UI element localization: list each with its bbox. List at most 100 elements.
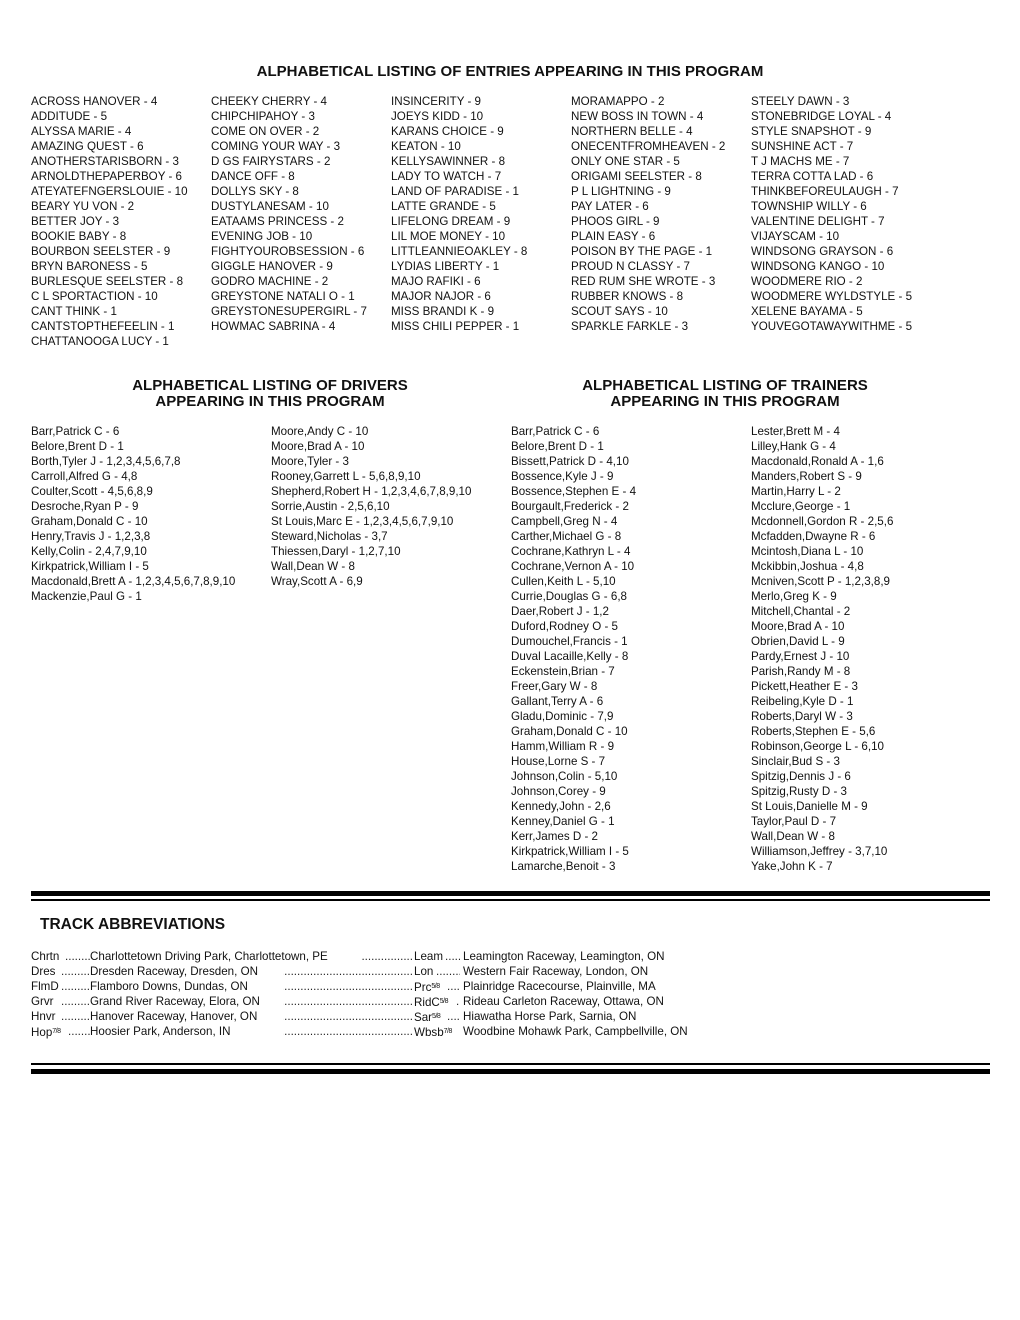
list-item: TOWNSHIP WILLY - 6: [751, 200, 867, 213]
list-item: PAY LATER - 6: [571, 200, 649, 213]
list-item: Barr,Patrick C - 6: [511, 425, 600, 438]
track-name-right: Leamington Raceway, Leamington, ON: [463, 950, 665, 963]
trainers-heading: ALPHABETICAL LISTING OF TRAINERS APPEARI…: [515, 378, 935, 410]
list-item: NEW BOSS IN TOWN - 4: [571, 110, 704, 123]
list-item: GIGGLE HANOVER - 9: [211, 260, 333, 273]
list-item: Currie,Douglas G - 6,8: [511, 590, 627, 603]
list-item: Macdonald,Brett A - 1,2,3,4,5,6,7,8,9,10: [31, 575, 236, 588]
list-item: Lamarche,Benoit - 3: [511, 860, 616, 873]
list-item: Pardy,Ernest J - 10: [751, 650, 850, 663]
list-item: Mackenzie,Paul G - 1: [31, 590, 142, 603]
list-item: SUNSHINE ACT - 7: [751, 140, 854, 153]
trainers-heading-line1: ALPHABETICAL LISTING OF TRAINERS: [582, 377, 868, 394]
list-item: LATTE GRANDE - 5: [391, 200, 496, 213]
list-item: Merlo,Greg K - 9: [751, 590, 837, 603]
list-item: Duford,Rodney O - 5: [511, 620, 618, 633]
list-item: St Louis,Danielle M - 9: [751, 800, 868, 813]
track-name-left: Grand River Raceway, Elora, ON: [90, 995, 260, 1008]
list-item: CHIPCHIPAHOY - 3: [211, 110, 315, 123]
track-name-right: Rideau Carleton Raceway, Ottawa, ON: [463, 995, 664, 1008]
list-item: HOWMAC SABRINA - 4: [211, 320, 336, 333]
list-item: Bourgault,Frederick - 2: [511, 500, 629, 513]
list-item: Moore,Brad A - 10: [751, 620, 845, 633]
track-row: Hnvr....................................…: [31, 1009, 731, 1024]
entries-heading: ALPHABETICAL LISTING OF ENTRIES APPEARIN…: [256, 63, 764, 80]
list-item: Wray,Scott A - 6,9: [271, 575, 363, 588]
fraction-right: 5/8: [431, 983, 440, 990]
list-item: INSINCERITY - 9: [391, 95, 481, 108]
drivers-heading-line2: APPEARING IN THIS PROGRAM: [155, 393, 385, 410]
list-item: STYLE SNAPSHOT - 9: [751, 125, 872, 138]
track-code-right: Lon: [414, 965, 434, 978]
list-item: Gallant,Terry A - 6: [511, 695, 604, 708]
list-item: BOOKIE BABY - 8: [31, 230, 127, 243]
dot-leader: ........................................…: [361, 950, 413, 963]
list-item: AMAZING QUEST - 6: [31, 140, 144, 153]
list-item: Kirkpatrick,William I - 5: [31, 560, 149, 573]
list-item: Macdonald,Ronald A - 1,6: [751, 455, 884, 468]
list-item: ALYSSA MARIE - 4: [31, 125, 132, 138]
list-item: COMING YOUR WAY - 3: [211, 140, 341, 153]
track-name-right: Hiawatha Horse Park, Sarnia, ON: [463, 1010, 637, 1023]
list-item: Moore,Andy C - 10: [271, 425, 369, 438]
fraction-right: 5/8: [439, 998, 449, 1005]
track-code-left: Grvr: [31, 995, 54, 1008]
list-item: Graham,Donald C - 10: [511, 725, 628, 738]
track-code-left: Chrtn: [31, 950, 60, 963]
list-item: Spitzig,Rusty D - 3: [751, 785, 847, 798]
track-name-left: Flamboro Downs, Dundas, ON: [90, 980, 248, 993]
dot-leader: ........................................…: [447, 980, 460, 993]
dot-leader: ........................................…: [445, 950, 460, 963]
list-item: Cullen,Keith L - 5,10: [511, 575, 616, 588]
list-item: WOODMERE WYLDSTYLE - 5: [751, 290, 913, 303]
list-item: Carther,Michael G - 8: [511, 530, 622, 543]
list-item: Lester,Brett M - 4: [751, 425, 840, 438]
list-item: MISS BRANDI K - 9: [391, 305, 495, 318]
drivers-heading-line1: ALPHABETICAL LISTING OF DRIVERS: [132, 377, 408, 394]
list-item: ONECENTFROMHEAVEN - 2: [571, 140, 726, 153]
entries-column-1: ACROSS HANOVER - 4 ADDITUDE - 5 ALYSSA MAR…: [31, 94, 188, 349]
list-item: LYDIAS LIBERTY - 1: [391, 260, 500, 273]
list-item: LIL MOE MONEY - 10: [391, 230, 506, 243]
list-item: Barr,Patrick C - 6: [31, 425, 120, 438]
divider-thick-top: [31, 891, 990, 896]
list-item: Mcdonnell,Gordon R - 2,5,6: [751, 515, 894, 528]
dot-leader: ........................................…: [61, 965, 90, 978]
dot-leader: ........................................…: [61, 1010, 90, 1023]
list-item: PLAIN EASY - 6: [571, 230, 656, 243]
list-item: Dumouchel,Francis - 1: [511, 635, 628, 648]
list-item: Spitzig,Dennis J - 6: [751, 770, 851, 783]
list-item: Roberts,Stephen E - 5,6: [751, 725, 876, 738]
drivers-column-2: Moore,Andy C - 10 Moore,Brad A - 10 Moore,…: [271, 424, 471, 589]
list-item: STEELY DAWN - 3: [751, 95, 850, 108]
track-row: FlmD....................................…: [31, 979, 731, 994]
divider-thick-bottom: [31, 1069, 990, 1074]
list-item: FIGHTYOUROBSESSION - 6: [211, 245, 365, 258]
track-name-right: Plainridge Racecourse, Plainville, MA: [463, 980, 656, 993]
list-item: Hamm,William R - 9: [511, 740, 615, 753]
track-name-left: Hoosier Park, Anderson, IN: [90, 1025, 231, 1038]
list-item: VIJAYSCAM - 10: [751, 230, 840, 243]
list-item: Rooney,Garrett L - 5,6,8,9,10: [271, 470, 421, 483]
list-item: BOURBON SEELSTER - 9: [31, 245, 171, 258]
list-item: MAJO RAFIKI - 6: [391, 275, 481, 288]
divider-thin-bottom: [31, 1063, 990, 1065]
list-item: Cochrane,Kathryn L - 4: [511, 545, 631, 558]
list-item: LITTLEANNIEOAKLEY - 8: [391, 245, 528, 258]
list-item: Bossence,Kyle J - 9: [511, 470, 614, 483]
entries-column-3: INSINCERITY - 9 JOEYS KIDD - 10 KARANS CHO…: [391, 94, 527, 334]
list-item: Lilley,Hank G - 4: [751, 440, 836, 453]
list-item: Moore,Tyler - 3: [271, 455, 349, 468]
list-item: WOODMERE RIO - 2: [751, 275, 863, 288]
list-item: PROUD N CLASSY - 7: [571, 260, 690, 273]
dot-leader: ........................................…: [283, 995, 413, 1008]
list-item: CANTSTOPTHEFEELIN - 1: [31, 320, 175, 333]
list-item: Wall,Dean W - 8: [271, 560, 355, 573]
list-item: Mcintosh,Diana L - 10: [751, 545, 864, 558]
list-item: CANT THINK - 1: [31, 305, 117, 318]
list-item: DUSTYLANESAM - 10: [211, 200, 329, 213]
list-item: ANOTHERSTARISBORN - 3: [31, 155, 179, 168]
list-item: Wall,Dean W - 8: [751, 830, 835, 843]
list-item: Johnson,Colin - 5,10: [511, 770, 618, 783]
list-item: WINDSONG KANGO - 10: [751, 260, 885, 273]
